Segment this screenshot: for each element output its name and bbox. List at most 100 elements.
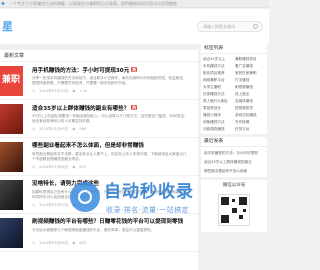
qr-code-title: 微信公众号 bbox=[222, 183, 246, 188]
tag-link[interactable]: 手机赚钱方法 bbox=[203, 63, 233, 70]
clock-icon: ◷ bbox=[32, 165, 36, 169]
tag-row: 网络兼职平台 打字赚钱 bbox=[203, 77, 265, 84]
post-item[interactable]: 兼职 用手机赚钱的方法：手小时可提现30元热 分享一些用手机赚钱的方法和技巧，适… bbox=[0, 62, 198, 100]
post-title[interactable]: 刷视频赚钱的平台有哪些？日赚零花钱的平台可以提现到零钱 bbox=[32, 219, 183, 226]
tag-link[interactable]: 刷视频赚钱 bbox=[235, 84, 265, 91]
tag-link[interactable]: 问卷调查赚钱 bbox=[203, 126, 233, 133]
post-thumbnail[interactable] bbox=[0, 104, 23, 134]
tag-link[interactable]: 宝妈在家兼职 bbox=[235, 70, 265, 77]
post-views: 986 bbox=[79, 127, 87, 131]
tag-row: 男人做什么副业 自媒体赚钱 bbox=[203, 98, 265, 105]
top-announcement-bar: ✦ 一个专注于分享赚钱方法的博客，记录副业与兼职的点点滴滴，提供最新的项目资讯与… bbox=[0, 0, 269, 8]
section-title: 最新文章 bbox=[0, 50, 198, 62]
thumbnail-text: 兼职 bbox=[2, 75, 21, 85]
post-item[interactable]: 刷视频赚钱的平台有哪些？日赚零花钱的平台可以提现到零钱 今天给大家推荐几个刷视频… bbox=[0, 214, 198, 252]
tag-row: 适合35岁以上 兼职赚钱项目 bbox=[203, 56, 265, 63]
qr-code-image bbox=[218, 194, 250, 226]
clock-icon: ◷ bbox=[32, 203, 36, 207]
tag-link[interactable]: 兼职赚钱项目 bbox=[235, 56, 265, 63]
tag-list: 适合35岁以上 兼职赚钱项目 手机赚钱方法 看广告赚钱 副业项目推荐 宝妈在家兼职 网… bbox=[201, 54, 267, 135]
qr-finder bbox=[239, 197, 247, 205]
qr-module bbox=[232, 208, 237, 213]
post-title[interactable]: 没啥特长，请努力完成这些 bbox=[32, 181, 99, 188]
qr-finder bbox=[221, 197, 229, 205]
tag-row: 零投资创业 短视频带货 bbox=[203, 105, 265, 112]
post-item[interactable]: 哪些副业看起来不怎么体面，但是却非常赚钱 有些副业看起来并不光鲜，甚至有点让人看… bbox=[0, 138, 198, 176]
sidebar: 标签列表 适合35岁以上 兼职赚钱项目 手机赚钱方法 看广告赚钱 副业项目推荐 宝妈在… bbox=[201, 44, 267, 270]
tag-link[interactable]: 看广告赚钱 bbox=[235, 63, 265, 70]
site-header: 星 请输入搜索关键词 bbox=[0, 9, 269, 44]
post-views: 875 bbox=[79, 165, 87, 169]
post-date: 2024年07月06日 bbox=[39, 241, 69, 245]
post-excerpt: 35岁以上的朋友想要找一份副业增加收入，可以选择以下几种方式，这些副业门槛低、时… bbox=[32, 114, 188, 123]
tag-link[interactable]: 写作投稿 bbox=[235, 119, 265, 126]
post-thumbnail[interactable]: 兼职 bbox=[0, 66, 23, 96]
tag-link[interactable]: 在家赚钱方法 bbox=[203, 91, 233, 98]
clock-icon: ◷ bbox=[32, 89, 36, 93]
tag-link[interactable]: 闲鱼赚钱方法 bbox=[203, 119, 233, 126]
tag-row: 闲鱼赚钱方法 写作投稿 bbox=[203, 119, 265, 126]
recent-posts-title: 最近发表 bbox=[201, 137, 267, 147]
post-meta: ◷ 2024年07月07日 ◉ 743 bbox=[32, 203, 90, 208]
post-views: 1.2k bbox=[79, 89, 88, 93]
tag-link[interactable]: 短视频带货 bbox=[235, 105, 265, 112]
tag-cloud-card: 标签列表 适合35岁以上 兼职赚钱项目 手机赚钱方法 看广告赚钱 副业项目推荐 宝妈在… bbox=[201, 44, 267, 134]
tag-link[interactable]: 自媒体赚钱 bbox=[235, 98, 265, 105]
qr-code-card: 微信公众号 bbox=[201, 180, 267, 232]
eye-icon: ◉ bbox=[72, 127, 76, 131]
clock-icon: ◷ bbox=[32, 127, 36, 131]
recent-post-link[interactable]: 适合35岁以上群体赚钱的副业 bbox=[204, 158, 264, 167]
post-date: 2024年07月07日 bbox=[39, 203, 69, 207]
post-list: 兼职 用手机赚钱的方法：手小时可提现30元热 分享一些用手机赚钱的方法和技巧，适… bbox=[0, 62, 198, 270]
site-brand[interactable]: 星 bbox=[2, 21, 13, 33]
tag-row: 手机赚钱方法 看广告赚钱 bbox=[203, 63, 265, 70]
tag-link[interactable]: 大学生兼职 bbox=[203, 84, 233, 91]
search-placeholder: 请输入搜索关键词 bbox=[203, 24, 235, 29]
tag-link[interactable]: 任务平台 bbox=[235, 126, 265, 133]
post-thumbnail[interactable] bbox=[0, 218, 23, 248]
announcement-text: 一个专注于分享赚钱方法的博客，记录副业与兼职的点点滴滴，提供最新的项目资讯与实用… bbox=[9, 1, 177, 6]
post-excerpt: 今天给大家推荐几个刷视频就能赚钱的平台，操作简单，收益可以直接提现。 bbox=[32, 228, 155, 232]
recent-post-link[interactable]: 用手机赚钱的方法：手小时可提现 bbox=[204, 149, 264, 158]
post-thumbnail[interactable] bbox=[0, 142, 23, 172]
search-input[interactable]: 请输入搜索关键词 bbox=[197, 21, 263, 32]
hot-badge: 热 bbox=[131, 67, 138, 72]
tag-link[interactable]: 线上副业 bbox=[235, 91, 265, 98]
post-thumbnail[interactable] bbox=[0, 180, 23, 210]
tag-row: 副业项目推荐 宝妈在家兼职 bbox=[203, 70, 265, 77]
eye-icon: ◉ bbox=[72, 241, 76, 245]
tag-cloud-title: 标签列表 bbox=[201, 44, 267, 54]
post-title[interactable]: 用手机赚钱的方法：手小时可提现30元热 bbox=[32, 67, 138, 75]
tag-link[interactable]: 游戏试玩赚钱 bbox=[235, 112, 265, 119]
recent-post-link[interactable]: 哪些副业看起来不怎么体面 bbox=[204, 167, 264, 176]
eye-icon: ◉ bbox=[72, 89, 76, 93]
tag-link[interactable]: 男人做什么副业 bbox=[203, 98, 233, 105]
post-title[interactable]: 哪些副业看起来不怎么体面，但是却非常赚钱 bbox=[32, 143, 144, 150]
tag-link[interactable]: 网络兼职平台 bbox=[203, 77, 233, 84]
clock-icon: ◷ bbox=[32, 241, 36, 245]
eye-icon: ◉ bbox=[72, 203, 76, 207]
post-item[interactable]: 适合35岁以上群体赚钱的副业有哪些？热 35岁以上的朋友想要找一份副业增加收入，… bbox=[0, 100, 198, 138]
tag-link[interactable]: 适合35岁以上 bbox=[203, 56, 233, 63]
tag-link[interactable]: 副业项目推荐 bbox=[203, 70, 233, 77]
recent-posts-card: 最近发表 用手机赚钱的方法：手小时可提现 适合35岁以上群体赚钱的副业 哪些副业… bbox=[201, 137, 267, 177]
qr-module bbox=[243, 209, 246, 212]
post-views: 652 bbox=[79, 241, 87, 245]
search-icon[interactable] bbox=[253, 24, 258, 29]
qr-module bbox=[232, 199, 235, 202]
site-logo-mark[interactable]: ✦ bbox=[0, 0, 6, 7]
tag-row: 大学生兼职 刷视频赚钱 bbox=[203, 84, 265, 91]
post-meta: ◷ 2024年07月10日 ◉ 1.2k bbox=[32, 89, 91, 94]
tag-link[interactable]: 赚钱小程序 bbox=[203, 112, 233, 119]
tag-link[interactable]: 零投资创业 bbox=[203, 105, 233, 112]
tag-link[interactable]: 打字赚钱 bbox=[235, 77, 265, 84]
post-meta: ◷ 2024年07月08日 ◉ 875 bbox=[32, 165, 90, 170]
post-date: 2024年07月09日 bbox=[39, 127, 69, 131]
tag-row: 在家赚钱方法 线上副业 bbox=[203, 91, 265, 98]
qr-module bbox=[239, 215, 243, 219]
recent-list: 用手机赚钱的方法：手小时可提现 适合35岁以上群体赚钱的副业 哪些副业看起来不怎… bbox=[201, 147, 267, 178]
post-title[interactable]: 适合35岁以上群体赚钱的副业有哪些？热 bbox=[32, 105, 138, 113]
post-excerpt: 分享一些用手机赚钱的方法和技巧，适合新手小白操作，每天利用碎片时间就能完成，收益… bbox=[32, 76, 187, 85]
post-item[interactable]: 没啥特长，请努力完成这些 如果你觉得自己没有什么特长，也不用着急，只要努力完成下… bbox=[0, 176, 198, 214]
post-excerpt: 如果你觉得自己没有什么特长，也不用着急，只要努力完成下面这些事情，慢慢积累经验和… bbox=[32, 190, 187, 199]
